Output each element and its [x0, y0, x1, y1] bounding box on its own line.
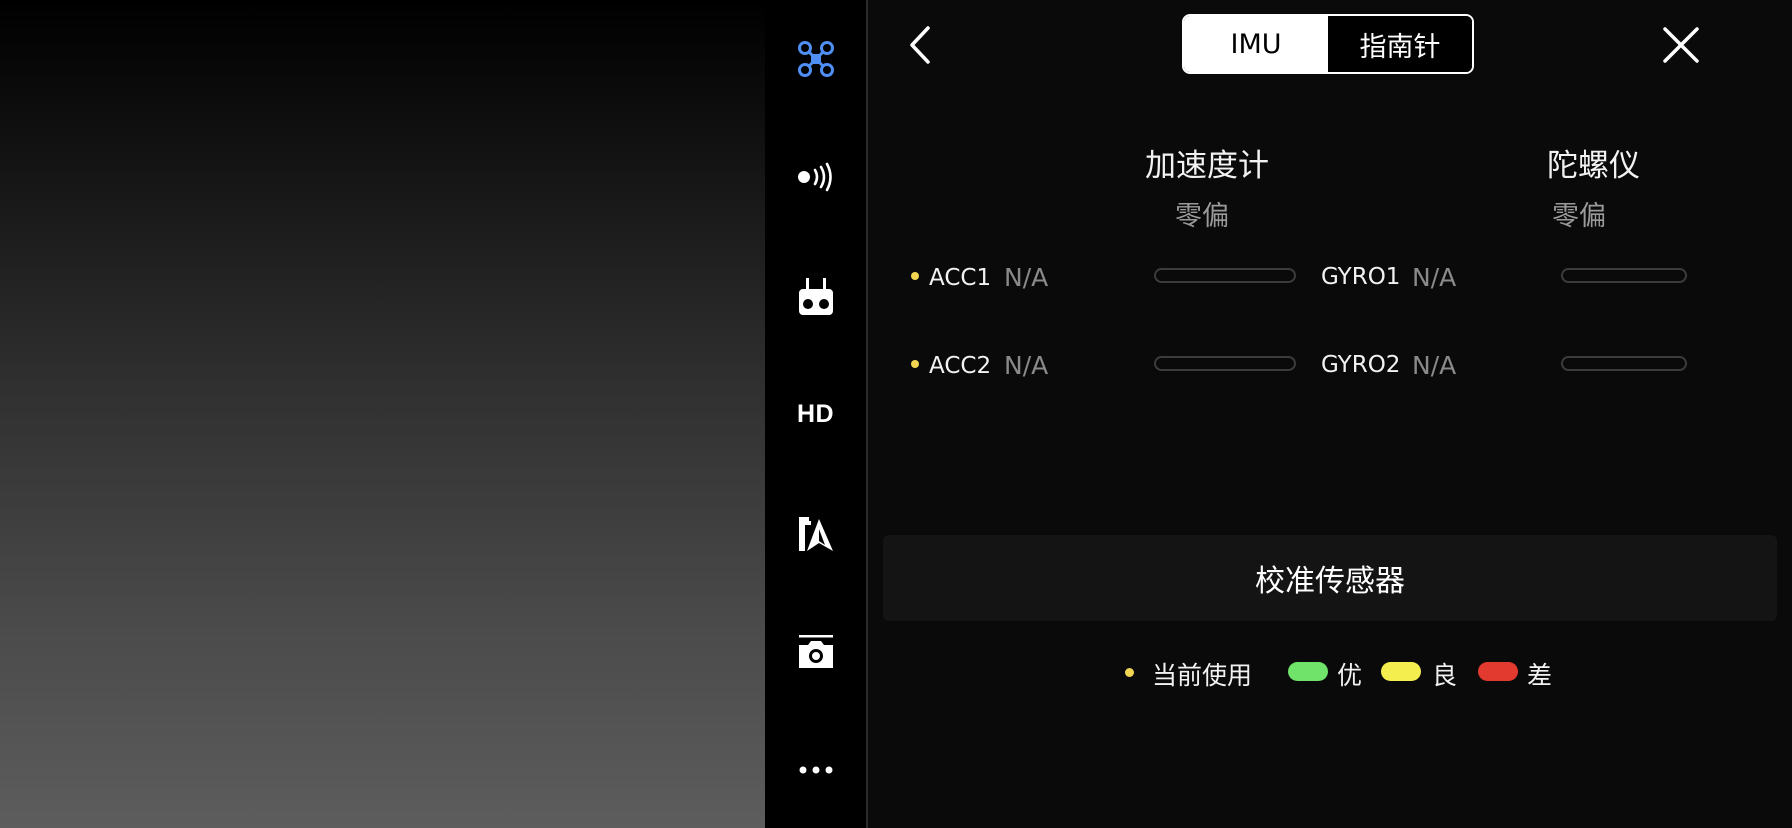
sidebar-item-more[interactable]	[765, 740, 866, 800]
acc2-value: N/A	[1004, 351, 1049, 380]
sidebar-item-camera[interactable]	[765, 622, 866, 682]
in-use-legend-dot	[1125, 668, 1134, 677]
sidebar-item-remote-controller[interactable]	[765, 267, 866, 327]
imu-settings-panel: IMU 指南针 加速度计 零偏 陀螺仪 零偏 ACC1 N/A GYRO1 N/…	[868, 0, 1792, 828]
close-button[interactable]	[1658, 22, 1704, 68]
gyroscope-title: 陀螺仪	[1547, 148, 1640, 184]
gyro2-bias-bar	[1561, 356, 1687, 371]
sensor-tab-switch: IMU 指南针	[1182, 14, 1474, 74]
in-use-dot	[911, 360, 919, 368]
close-icon	[1658, 27, 1704, 72]
in-use-dot	[911, 272, 919, 280]
acc2-bias-bar	[1154, 356, 1296, 371]
chevron-left-icon	[898, 26, 942, 72]
tab-compass[interactable]: 指南针	[1328, 16, 1472, 72]
tab-imu[interactable]: IMU	[1184, 16, 1328, 72]
acc1-bias-bar	[1154, 268, 1296, 283]
hd-transmission-label: HD	[796, 399, 835, 428]
gyroscope-subtitle: 零偏	[1552, 201, 1606, 232]
legend-excellent-swatch	[1288, 662, 1328, 681]
accelerometer-title: 加速度计	[1145, 148, 1269, 184]
camera-live-view	[0, 0, 765, 828]
calibrate-sensors-button[interactable]: 校准传感器	[883, 535, 1777, 621]
more-icon	[798, 765, 834, 775]
gyro1-bias-bar	[1561, 268, 1687, 283]
acc1-label: ACC1	[929, 265, 992, 291]
legend-good-swatch	[1381, 662, 1421, 681]
gyro2-value: N/A	[1412, 351, 1457, 380]
remote-controller-icon	[798, 277, 834, 317]
quality-legend: 当前使用 优 良 差	[868, 652, 1792, 692]
gyro2-label: GYRO2	[1321, 352, 1401, 378]
aircraft-icon	[796, 39, 836, 79]
gyro1-label: GYRO1	[1321, 264, 1401, 290]
sidebar-item-aircraft[interactable]	[765, 29, 866, 89]
acc2-label: ACC2	[929, 353, 992, 379]
legend-poor-swatch	[1478, 662, 1518, 681]
legend-excellent-label: 优	[1337, 661, 1363, 690]
gyro1-value: N/A	[1412, 263, 1457, 292]
settings-sidebar: HD	[765, 0, 866, 828]
signal-icon	[796, 162, 836, 192]
battery-navigation-icon	[797, 515, 835, 553]
legend-poor-label: 差	[1527, 661, 1553, 690]
sidebar-item-battery[interactable]	[765, 504, 866, 564]
accelerometer-subtitle: 零偏	[1175, 201, 1229, 232]
acc1-value: N/A	[1004, 263, 1049, 292]
sidebar-item-signal[interactable]	[765, 147, 866, 207]
sidebar-item-hd[interactable]: HD	[765, 384, 866, 444]
legend-good-label: 良	[1432, 661, 1458, 690]
legend-in-use-label: 当前使用	[1152, 661, 1253, 690]
camera-icon	[798, 634, 834, 670]
back-button[interactable]	[898, 22, 942, 68]
